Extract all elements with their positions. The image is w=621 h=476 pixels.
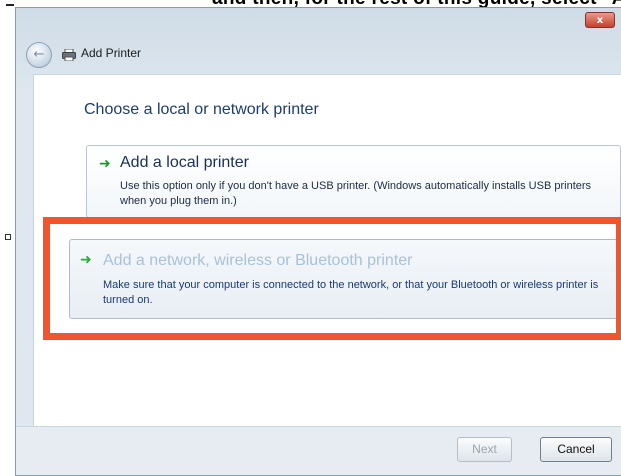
page-heading: Choose a local or network printer — [84, 101, 319, 118]
option-title: Add a local printer — [120, 154, 249, 171]
close-icon: x — [596, 15, 604, 26]
back-button[interactable]: ← — [26, 42, 52, 68]
window-title: Add Printer — [81, 46, 142, 60]
back-arrow-icon: ← — [33, 47, 45, 62]
close-button[interactable]: x — [585, 12, 615, 28]
next-button[interactable]: Next — [457, 437, 512, 462]
option-description: Use this option only if you don't have a… — [120, 180, 592, 207]
add-local-printer-option[interactable]: ➜ Add a local printer Use this option on… — [86, 145, 621, 218]
document-edge-marker — [5, 234, 11, 240]
document-mark — [6, 4, 14, 6]
printer-icon — [62, 49, 76, 61]
button-bar: Next Cancel — [16, 426, 621, 475]
green-arrow-icon: ➜ — [99, 156, 111, 172]
highlight-box — [43, 217, 621, 340]
cancel-button[interactable]: Cancel — [540, 437, 612, 462]
